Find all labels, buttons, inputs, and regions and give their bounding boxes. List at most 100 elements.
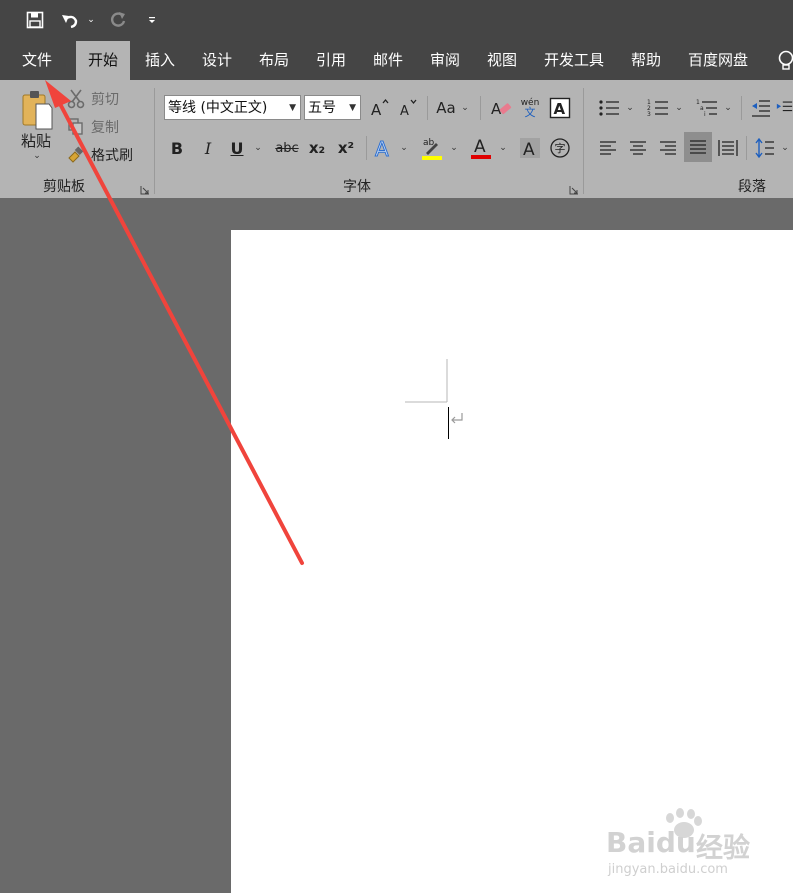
line-spacing-chevron-icon[interactable]: ⌄ <box>779 140 791 156</box>
svg-text:A: A <box>523 140 535 159</box>
tab-review[interactable]: 审阅 <box>421 41 469 80</box>
group-separator <box>583 88 584 194</box>
font-dialog-launcher-icon[interactable] <box>569 180 579 195</box>
font-size-value: 五号 <box>308 100 336 116</box>
paragraph-group-label: 段落 <box>738 179 766 195</box>
bullets-icon[interactable] <box>596 96 622 120</box>
document-page[interactable] <box>231 230 793 893</box>
character-border-icon[interactable]: A <box>548 96 572 120</box>
group-separator <box>746 136 747 160</box>
decrease-indent-icon[interactable] <box>749 96 773 120</box>
text-effects-chevron-icon[interactable]: ⌄ <box>398 140 410 156</box>
save-icon[interactable] <box>22 8 48 32</box>
svg-text:A: A <box>554 100 566 118</box>
baidu-jingyan-watermark: Baidu 经验 jingyan.baidu.com <box>600 800 790 880</box>
character-shading-icon[interactable]: A <box>518 135 542 161</box>
multilevel-chevron-icon[interactable]: ⌄ <box>722 100 734 116</box>
strikethrough-button[interactable]: abc <box>273 136 301 160</box>
font-color-icon[interactable]: A <box>468 134 494 162</box>
ribbon-home-panel: 粘贴 ⌄ 剪切 复制 格式刷 剪贴板 等线 (中文正文) ▼ 五号 ▼ A A … <box>0 80 793 198</box>
lightbulb-icon[interactable] <box>775 49 793 73</box>
clear-formatting-icon[interactable]: A <box>488 96 514 120</box>
bullets-chevron-icon[interactable]: ⌄ <box>624 100 636 116</box>
shrink-font-icon[interactable]: A <box>397 96 419 120</box>
watermark-brand-cn: 经验 <box>696 833 750 864</box>
group-separator <box>741 96 742 120</box>
tab-view[interactable]: 视图 <box>478 41 526 80</box>
phonetic-bottom-label: 文 <box>524 106 536 119</box>
font-name-value: 等线 (中文正文) <box>168 100 268 116</box>
italic-button[interactable]: I <box>197 136 219 160</box>
font-name-dropdown[interactable]: 等线 (中文正文) ▼ <box>164 95 301 120</box>
undo-dropdown-icon[interactable]: ⌄ <box>85 8 97 32</box>
ribbon-tab-bar: 文件 开始 插入 设计 布局 引用 邮件 审阅 视图 开发工具 帮助 百度网盘 <box>0 41 793 80</box>
undo-icon[interactable] <box>58 8 82 32</box>
align-right-icon[interactable] <box>657 136 679 160</box>
watermark-brand: Baidu <box>606 826 696 859</box>
margin-marker <box>405 359 448 403</box>
align-left-icon[interactable] <box>597 136 619 160</box>
tab-references[interactable]: 引用 <box>307 41 355 80</box>
underline-chevron-icon[interactable]: ⌄ <box>252 140 264 156</box>
tab-insert[interactable]: 插入 <box>136 41 184 80</box>
superscript-button[interactable]: x² <box>334 136 358 160</box>
change-case-chevron-icon[interactable]: ⌄ <box>459 100 471 116</box>
align-center-icon[interactable] <box>627 136 649 160</box>
quick-access-toolbar: ⌄ <box>0 0 793 41</box>
underline-button[interactable]: U <box>226 136 248 160</box>
svg-text:A: A <box>474 137 486 157</box>
highlight-color-icon[interactable]: ab <box>419 134 445 162</box>
font-group-label: 字体 <box>343 179 371 195</box>
justify-icon[interactable] <box>684 132 712 162</box>
grow-font-icon[interactable]: A <box>369 96 391 120</box>
text-cursor <box>448 407 449 439</box>
text-effects-icon[interactable]: A <box>372 135 396 161</box>
svg-text:3: 3 <box>647 111 651 118</box>
format-painter-icon[interactable] <box>66 144 86 166</box>
tab-baidu-netdisk[interactable]: 百度网盘 <box>680 41 756 80</box>
cut-icon[interactable] <box>66 88 86 110</box>
cut-button[interactable]: 剪切 <box>88 88 122 110</box>
tab-help[interactable]: 帮助 <box>622 41 670 80</box>
watermark-url: jingyan.baidu.com <box>608 862 728 877</box>
format-painter-button[interactable]: 格式刷 <box>88 144 136 166</box>
highlight-chevron-icon[interactable]: ⌄ <box>448 140 460 156</box>
phonetic-guide-button[interactable]: wén 文 <box>517 94 543 122</box>
chevron-down-icon: ▼ <box>289 103 296 113</box>
font-size-dropdown[interactable]: 五号 ▼ <box>304 95 361 120</box>
bold-button[interactable]: B <box>166 136 188 160</box>
svg-text:i: i <box>704 111 706 118</box>
tab-mailings[interactable]: 邮件 <box>364 41 412 80</box>
paste-icon[interactable] <box>18 88 56 132</box>
numbering-icon[interactable]: 123 <box>645 96 671 120</box>
subscript-button[interactable]: x₂ <box>305 136 329 160</box>
tab-developer[interactable]: 开发工具 <box>536 41 612 80</box>
chevron-down-icon: ▼ <box>349 103 356 113</box>
group-separator <box>427 96 428 120</box>
copy-icon[interactable] <box>66 116 86 138</box>
paragraph-mark-icon <box>450 411 464 425</box>
change-case-button[interactable]: Aa <box>433 96 459 120</box>
enclose-char-label: 字 <box>554 142 566 155</box>
numbering-chevron-icon[interactable]: ⌄ <box>673 100 685 116</box>
svg-text:A: A <box>400 104 409 118</box>
redo-icon[interactable] <box>106 8 130 32</box>
paste-dropdown-icon[interactable]: ⌄ <box>30 150 44 162</box>
font-color-chevron-icon[interactable]: ⌄ <box>497 140 509 156</box>
multilevel-list-icon[interactable]: 1ai <box>694 96 720 120</box>
paste-button[interactable]: 粘贴 <box>16 130 56 150</box>
increase-indent-icon[interactable] <box>776 96 793 120</box>
clipboard-dialog-launcher-icon[interactable] <box>140 180 150 195</box>
svg-text:A: A <box>371 101 382 118</box>
group-separator <box>480 96 481 120</box>
tab-home[interactable]: 开始 <box>76 41 130 80</box>
line-spacing-icon[interactable] <box>753 136 777 160</box>
copy-button[interactable]: 复制 <box>88 116 122 138</box>
tab-design[interactable]: 设计 <box>193 41 241 80</box>
group-separator <box>154 88 155 194</box>
tab-layout[interactable]: 布局 <box>250 41 298 80</box>
customize-qat-icon[interactable] <box>144 8 160 32</box>
distributed-icon[interactable] <box>716 136 740 160</box>
enclose-characters-icon[interactable]: 字 <box>548 135 572 161</box>
tab-file[interactable]: 文件 <box>12 41 62 80</box>
